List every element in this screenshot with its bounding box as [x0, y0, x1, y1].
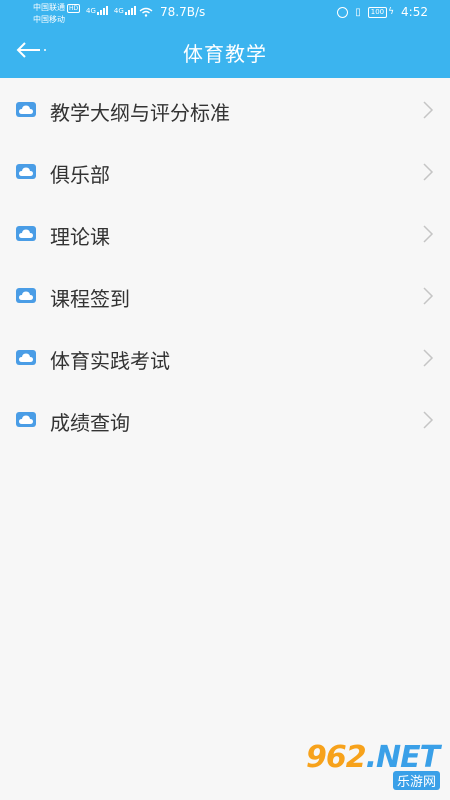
status-bar: 中国联通 HD 中国移动 4G 4G 78.7B/s ▯ 100 ϟ 4:52: [0, 0, 450, 26]
menu-item-label: 教学大纲与评分标准: [50, 101, 230, 125]
menu-item-label: 理论课: [50, 225, 110, 249]
vibrate-icon: ▯: [355, 6, 361, 18]
menu-item-checkin[interactable]: 课程签到: [0, 266, 450, 328]
menu-list: 教学大纲与评分标准 俱乐部 理论课 课程签到 体育实践考试 成绩查询: [0, 80, 450, 452]
menu-item-label: 俱乐部: [50, 163, 110, 187]
signal-icon: 4G: [114, 6, 136, 15]
cloud-icon: [16, 102, 36, 117]
watermark-sub: 乐游网: [392, 771, 440, 790]
app-header: 中国联通HD 中国移动 4G 4G 78.7B/s ▯ 100 ϟ 4:52: [0, 0, 450, 78]
chevron-right-icon: [423, 411, 434, 429]
battery-icon: 100: [367, 6, 388, 18]
carrier-2: 中国移动: [33, 15, 65, 24]
cloud-icon: [16, 226, 36, 241]
signal-indicators: 4G 4G: [86, 6, 136, 15]
chevron-right-icon: [423, 163, 434, 181]
signal-icon: 4G: [86, 6, 108, 15]
cloud-icon: [16, 350, 36, 365]
menu-item-syllabus[interactable]: 教学大纲与评分标准: [0, 80, 450, 142]
cloud-icon: [16, 288, 36, 303]
menu-item-club[interactable]: 俱乐部: [0, 142, 450, 204]
chevron-right-icon: [423, 287, 434, 305]
cloud-icon: [16, 412, 36, 427]
alarm-icon: [337, 6, 349, 18]
watermark-main: 962.NET: [306, 740, 440, 775]
menu-item-grades[interactable]: 成绩查询: [0, 390, 450, 452]
carrier-info: 中国联通 HD 中国移动: [33, 2, 81, 25]
cloud-icon: [16, 164, 36, 179]
menu-item-label: 体育实践考试: [50, 349, 170, 373]
menu-item-theory[interactable]: 理论课: [0, 204, 450, 266]
watermark-logo: 962.NET 乐游网: [306, 740, 444, 792]
chevron-right-icon: [423, 225, 434, 243]
hd-badge: HD: [67, 4, 81, 13]
wifi-icon: [139, 7, 153, 17]
clock: 4:52: [401, 5, 428, 19]
carrier-1: 中国联通: [33, 3, 65, 12]
chevron-right-icon: [423, 101, 434, 119]
chevron-right-icon: [423, 349, 434, 367]
menu-item-label: 成绩查询: [50, 411, 130, 435]
menu-item-label: 课程签到: [50, 287, 130, 311]
network-speed: 78.7B/s: [160, 5, 206, 19]
charging-icon: ϟ: [388, 7, 395, 17]
page-title: 体育教学: [183, 42, 267, 66]
menu-item-practice-exam[interactable]: 体育实践考试: [0, 328, 450, 390]
status-right: ▯ 100 ϟ 4:52: [337, 5, 428, 19]
